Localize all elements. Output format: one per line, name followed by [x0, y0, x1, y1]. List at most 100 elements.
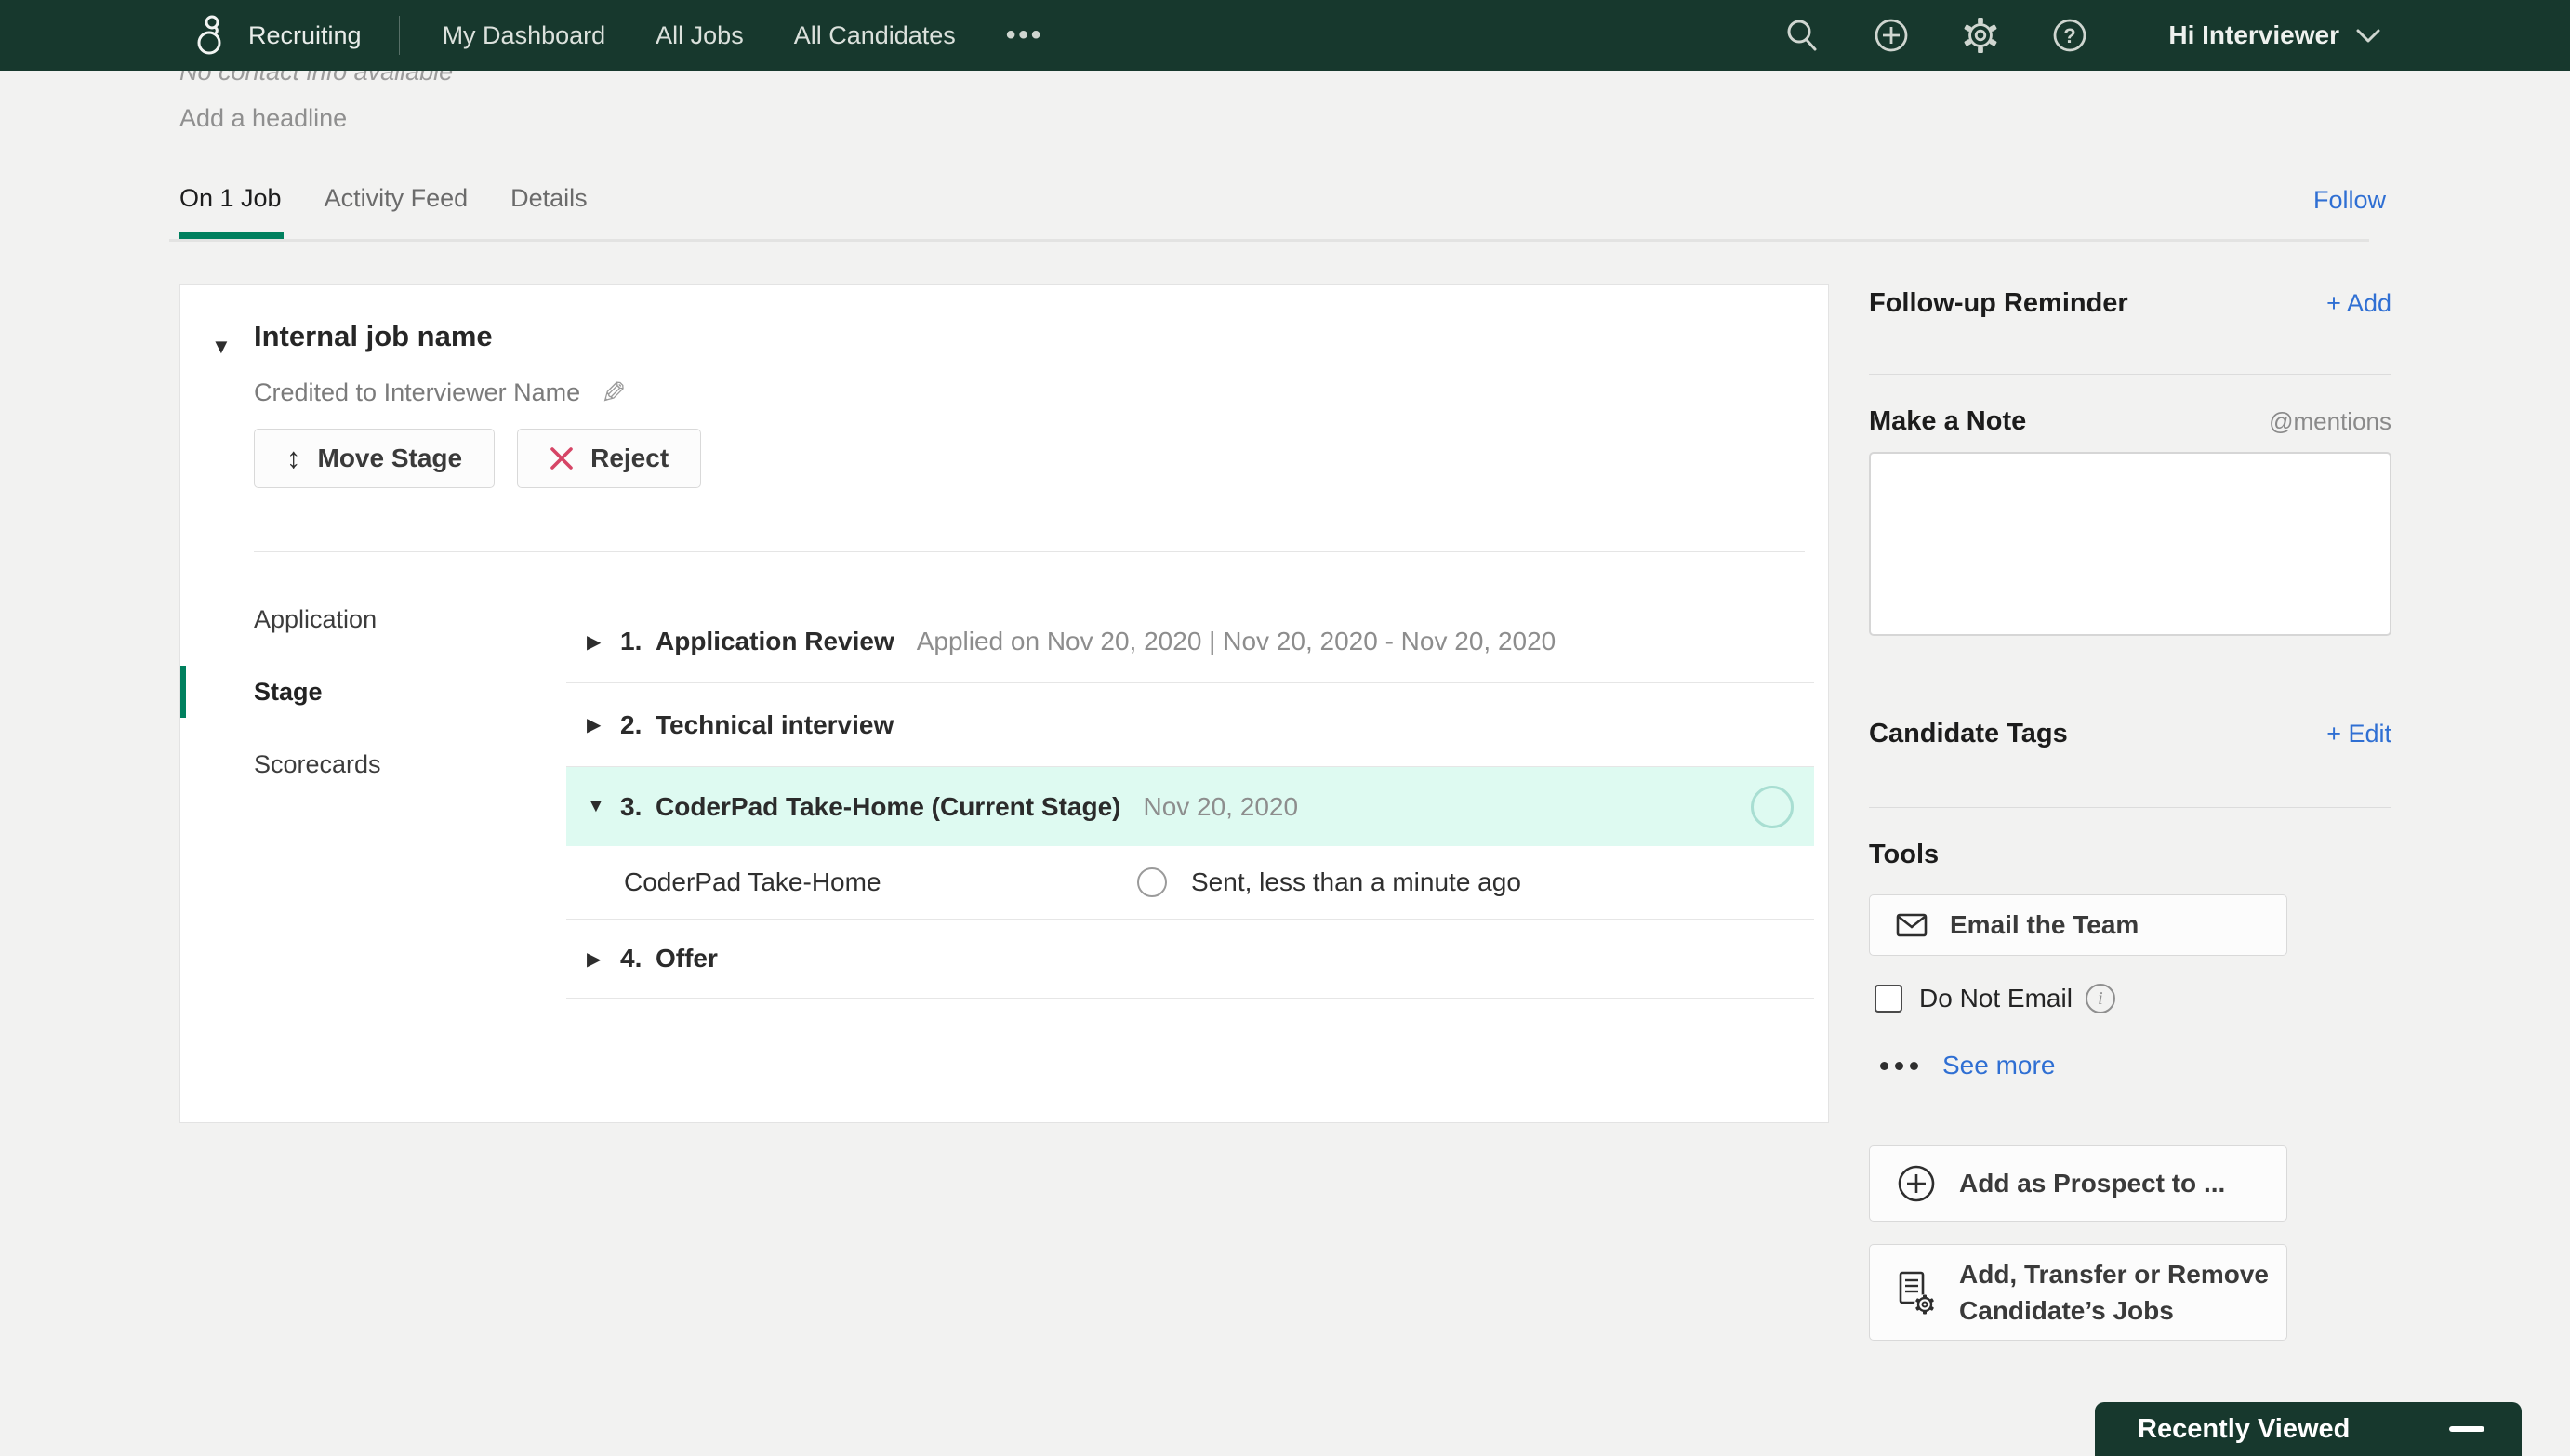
stage-name: CoderPad Take-Home (Current Stage): [656, 792, 1120, 822]
sidenav-stage[interactable]: Stage: [254, 678, 323, 707]
stage-name: Offer: [656, 944, 718, 973]
job-card: ▼ Internal job name Credited to Intervie…: [179, 284, 1829, 1123]
tab-details[interactable]: Details: [510, 184, 588, 213]
user-menu[interactable]: Hi Interviewer: [2168, 20, 2339, 50]
nav-product-label[interactable]: Recruiting: [248, 21, 362, 50]
tabs-divider: [169, 239, 2369, 242]
stage-name: Technical interview: [656, 710, 894, 740]
expand-icon[interactable]: ▶: [587, 947, 620, 971]
nav-item-all-jobs[interactable]: All Jobs: [656, 21, 744, 50]
edit-pencil-icon[interactable]: ✎: [601, 375, 627, 411]
nav-item-all-candidates[interactable]: All Candidates: [794, 21, 956, 50]
reject-x-icon: [550, 446, 574, 470]
plus-circle-icon: [1896, 1163, 1937, 1204]
stage-row-technical-interview[interactable]: ▶ 2. Technical interview: [566, 683, 1814, 766]
mentions-hint: @mentions: [2269, 407, 2391, 436]
expand-icon[interactable]: ▶: [587, 713, 620, 736]
tab-activity-feed[interactable]: Activity Feed: [325, 184, 469, 213]
do-not-email-row: Do Not Email i: [1869, 984, 2115, 1013]
search-icon[interactable]: [1783, 17, 1821, 54]
svg-text:?: ?: [2064, 24, 2076, 47]
substep-status-circle[interactable]: [1137, 867, 1167, 897]
follow-up-reminder-row: Follow-up Reminder + Add: [1869, 284, 2391, 323]
collapse-icon[interactable]: ▼: [587, 796, 620, 817]
chevron-down-icon[interactable]: [2354, 26, 2382, 45]
make-a-note-title: Make a Note: [1869, 406, 2026, 437]
edit-tags-link[interactable]: + Edit: [2326, 720, 2391, 748]
card-divider: [254, 551, 1805, 552]
nav-right: ? Hi Interviewer: [1783, 17, 2382, 54]
stage-row-application-review[interactable]: ▶ 1. Application Review Applied on Nov 2…: [566, 601, 1814, 682]
tab-on-1-job[interactable]: On 1 Job: [179, 184, 282, 213]
nav-item-my-dashboard[interactable]: My Dashboard: [443, 21, 606, 50]
stage-actions: ↕ Move Stage Reject: [254, 429, 701, 488]
add-reminder-link[interactable]: + Add: [2326, 289, 2391, 318]
follow-link[interactable]: Follow: [2313, 186, 2386, 215]
stage-meta: Applied on Nov 20, 2020 | Nov 20, 2020 -…: [917, 627, 1557, 656]
move-stage-label: Move Stage: [318, 443, 463, 473]
reject-button[interactable]: Reject: [517, 429, 701, 488]
tools-title: Tools: [1869, 840, 1939, 870]
stage-number: 4.: [620, 944, 656, 973]
stage-date: Nov 20, 2020: [1143, 792, 1298, 822]
job-title: Internal job name: [254, 320, 493, 353]
add-transfer-remove-label: Add, Transfer or Remove Candidate’s Jobs: [1959, 1256, 2275, 1329]
move-stage-icon: ↕: [286, 442, 301, 475]
stage-row-coderpad-current[interactable]: ▼ 3. CoderPad Take-Home (Current Stage) …: [566, 767, 1814, 846]
follow-up-reminder-title: Follow-up Reminder: [1869, 288, 2128, 319]
active-tab-underline: [179, 232, 284, 239]
do-not-email-label: Do Not Email: [1919, 984, 2073, 1013]
sidebar-divider: [1869, 374, 2391, 375]
add-headline-link[interactable]: Add a headline: [179, 104, 347, 133]
top-nav: Recruiting My Dashboard All Jobs All Can…: [0, 0, 2570, 71]
gear-icon[interactable]: [1962, 17, 1999, 54]
stage-number: 2.: [620, 710, 656, 740]
tools-header-row: Tools: [1869, 835, 2391, 874]
candidate-tags-row: Candidate Tags + Edit: [1869, 714, 2391, 753]
info-icon[interactable]: i: [2086, 984, 2115, 1013]
minimize-icon[interactable]: [2449, 1426, 2484, 1432]
do-not-email-checkbox[interactable]: [1875, 985, 1902, 1013]
document-gear-icon: [1896, 1270, 1937, 1315]
stage-number: 3.: [620, 792, 656, 822]
sidenav-scorecards[interactable]: Scorecards: [254, 750, 381, 779]
substep-row-coderpad: CoderPad Take-Home Sent, less than a min…: [566, 846, 1814, 919]
stage-name: Application Review: [656, 627, 894, 656]
stage-number: 1.: [620, 627, 656, 656]
see-more-link[interactable]: See more: [1942, 1051, 2055, 1080]
sidenav-application[interactable]: Application: [254, 605, 377, 634]
email-the-team-label: Email the Team: [1950, 910, 2139, 940]
add-as-prospect-button[interactable]: Add as Prospect to ...: [1869, 1145, 2287, 1222]
greenhouse-logo-icon[interactable]: [191, 12, 230, 59]
add-as-prospect-label: Add as Prospect to ...: [1959, 1169, 2225, 1198]
candidate-tags-title: Candidate Tags: [1869, 719, 2068, 749]
expand-icon[interactable]: ▶: [587, 630, 620, 654]
more-menu-icon[interactable]: •••: [1006, 20, 1044, 51]
profile-tabs: On 1 Job Activity Feed Details: [179, 184, 588, 213]
email-the-team-button[interactable]: Email the Team: [1869, 894, 2287, 956]
reject-label: Reject: [590, 443, 669, 473]
see-more-row: See more: [1869, 1051, 2055, 1080]
active-sidenav-indicator: [180, 666, 186, 718]
nav-divider: [399, 16, 400, 55]
envelope-icon: [1896, 913, 1928, 937]
nav-left: Recruiting My Dashboard All Jobs All Can…: [191, 12, 1093, 59]
stage-row-offer[interactable]: ▶ 4. Offer: [566, 920, 1814, 998]
help-icon[interactable]: ?: [2051, 17, 2088, 54]
job-collapse-icon[interactable]: ▼: [211, 335, 232, 359]
make-a-note-row: Make a Note @mentions: [1869, 402, 2391, 441]
recently-viewed-bar[interactable]: Recently Viewed: [2095, 1402, 2522, 1456]
add-icon[interactable]: [1873, 17, 1910, 54]
substep-name: CoderPad Take-Home: [624, 867, 881, 897]
row-divider: [566, 998, 1814, 999]
add-transfer-remove-button[interactable]: Add, Transfer or Remove Candidate’s Jobs: [1869, 1244, 2287, 1341]
stage-status-circle[interactable]: [1751, 786, 1794, 828]
recently-viewed-title: Recently Viewed: [2138, 1414, 2350, 1445]
credited-to-text: Credited to Interviewer Name: [254, 378, 580, 407]
sidebar-divider: [1869, 807, 2391, 808]
substep-status-text: Sent, less than a minute ago: [1191, 867, 1521, 897]
move-stage-button[interactable]: ↕ Move Stage: [254, 429, 495, 488]
credited-row: Credited to Interviewer Name ✎: [254, 375, 627, 411]
note-input[interactable]: [1869, 452, 2391, 636]
ellipsis-icon: [1880, 1062, 1918, 1070]
